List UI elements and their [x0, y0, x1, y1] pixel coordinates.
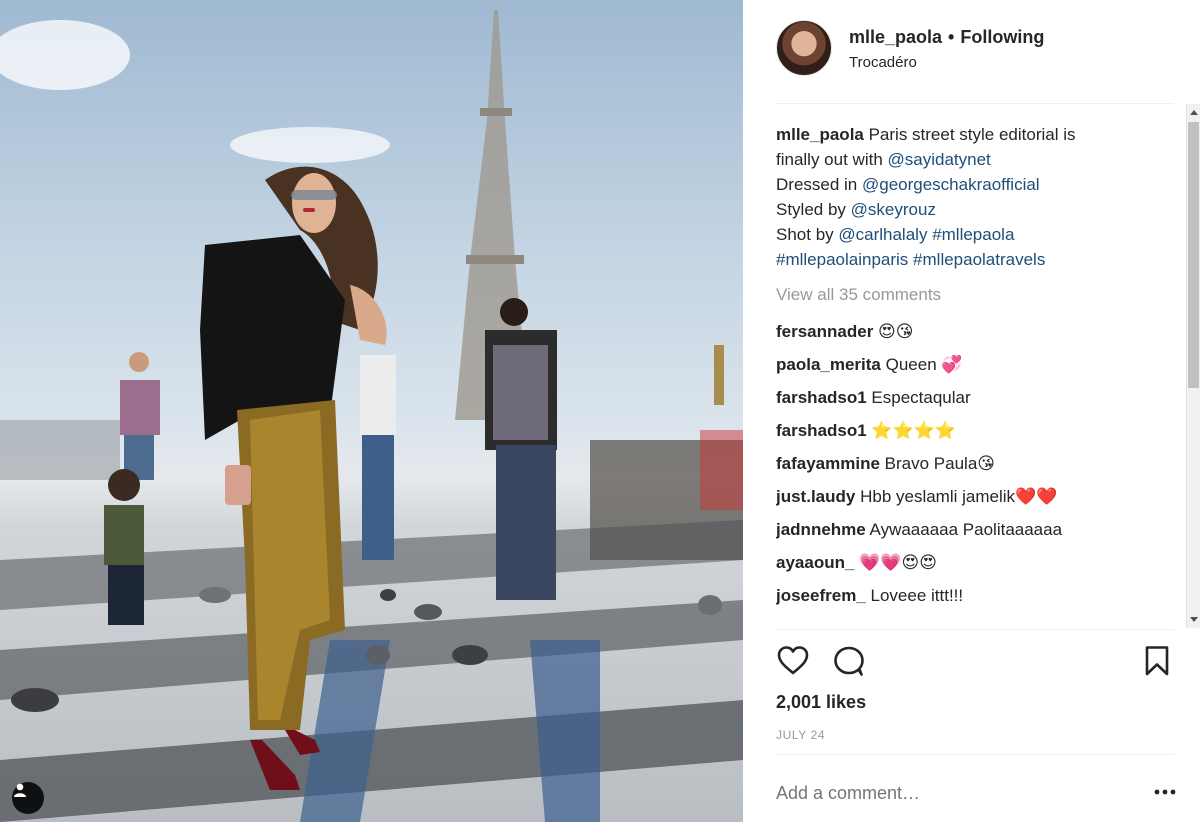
comment-item: farshadso1 Espectaqular	[776, 381, 1174, 414]
add-comment-input[interactable]	[776, 783, 1076, 804]
scroll-down-arrow-icon[interactable]	[1190, 617, 1198, 622]
comment-text: Espectaqular	[866, 388, 971, 407]
user-tag-button[interactable]	[12, 782, 44, 814]
author-username[interactable]: mlle_paola	[849, 27, 942, 47]
location-link[interactable]: Trocadéro	[849, 54, 917, 71]
mention-link[interactable]: @georgeschakraofficial	[862, 175, 1040, 194]
speech-bubble-icon[interactable]	[832, 644, 866, 678]
mention-link[interactable]: @skeyrouz	[851, 200, 936, 219]
separator-dot: •	[948, 27, 955, 47]
comment-item: fafayammine Bravo Paula😘	[776, 447, 1174, 480]
comment-text: ⭐⭐⭐⭐	[866, 421, 957, 440]
comment-username[interactable]: fafayammine	[776, 454, 880, 473]
post-details-panel: mlle_paola • Following Trocadéro mlle_paol…	[743, 0, 1200, 822]
scrollbar-thumb[interactable]	[1188, 122, 1199, 388]
user-tag-icon	[14, 783, 26, 797]
comments-scrollbar[interactable]	[1186, 104, 1200, 628]
post-header: mlle_paola • Following Trocadéro	[776, 18, 1176, 78]
photo-illustration	[0, 10, 743, 822]
comment-item: joseefrem_ Loveee ittt!!!	[776, 579, 1174, 612]
comment-text: Aywaaaaaa Paolitaaaaaa	[865, 520, 1063, 539]
ellipsis-icon[interactable]	[1152, 782, 1178, 802]
comments-list[interactable]: mlle_paola Paris street style editorial …	[776, 122, 1174, 628]
caption-text: Paris street style editorial is	[863, 125, 1076, 144]
comment-item: farshadso1 ⭐⭐⭐⭐	[776, 414, 1174, 447]
bookmark-icon[interactable]	[1140, 644, 1174, 678]
comment-text: Queen 💞	[880, 355, 963, 374]
comment-item: ayaaoun_ 💗💗😍😍	[776, 546, 1174, 579]
hashtag-link[interactable]: #mllepaolainparis	[776, 250, 908, 269]
comment-username[interactable]: just.laudy	[776, 487, 855, 506]
caption-text: Styled by	[776, 200, 851, 219]
view-all-comments-link[interactable]: View all 35 comments	[776, 282, 1174, 307]
caption-text: Shot by	[776, 225, 839, 244]
comment-username[interactable]: jadnnehme	[776, 520, 866, 539]
comment-username[interactable]: farshadso1	[776, 421, 867, 440]
comment-text: 😍😘	[873, 322, 914, 341]
comments-divider	[776, 629, 1174, 630]
scroll-up-arrow-icon[interactable]	[1190, 110, 1198, 115]
comment-username[interactable]: ayaaoun_	[776, 553, 854, 572]
header-divider	[776, 103, 1174, 104]
post-date[interactable]: JULY 24	[776, 728, 825, 742]
post-caption: mlle_paola Paris street style editorial …	[776, 122, 1174, 272]
caption-text: Dressed in	[776, 175, 862, 194]
post-photo[interactable]	[0, 0, 743, 822]
comment-text: 💗💗😍😍	[854, 553, 937, 572]
author-line: mlle_paola • Following	[849, 27, 1044, 48]
comment-text: Hbb yeslamli jamelik❤️❤️	[855, 487, 1058, 506]
comment-item: just.laudy Hbb yeslamli jamelik❤️❤️	[776, 480, 1174, 513]
comment-text: Bravo Paula😘	[879, 454, 995, 473]
comment-username[interactable]: fersannader	[776, 322, 873, 341]
avatar[interactable]	[776, 20, 832, 76]
comment-username[interactable]: paola_merita	[776, 355, 881, 374]
comment-username[interactable]: joseefrem_	[776, 586, 866, 605]
hashtag-link[interactable]: #mllepaola	[932, 225, 1014, 244]
comment-username[interactable]: farshadso1	[776, 388, 867, 407]
mention-link[interactable]: @carlhalaly	[838, 225, 927, 244]
hashtag-link[interactable]: #mllepaolatravels	[913, 250, 1045, 269]
comment-item: jadnnehme Aywaaaaaa Paolitaaaaaa	[776, 513, 1174, 546]
caption-text: finally out with	[776, 150, 888, 169]
comment-text: Loveee ittt!!!	[865, 586, 964, 605]
mention-link[interactable]: @sayidatynet	[888, 150, 991, 169]
caption-username[interactable]: mlle_paola	[776, 125, 864, 144]
follow-status-button[interactable]: Following	[960, 27, 1044, 47]
likes-count[interactable]: 2,001 likes	[776, 692, 866, 713]
comment-item: fersannader 😍😘	[776, 315, 1174, 348]
comment-item: paola_merita Queen 💞	[776, 348, 1174, 381]
actions-divider	[776, 754, 1174, 755]
post-actions	[776, 644, 1176, 678]
heart-outline-icon[interactable]	[776, 644, 810, 678]
